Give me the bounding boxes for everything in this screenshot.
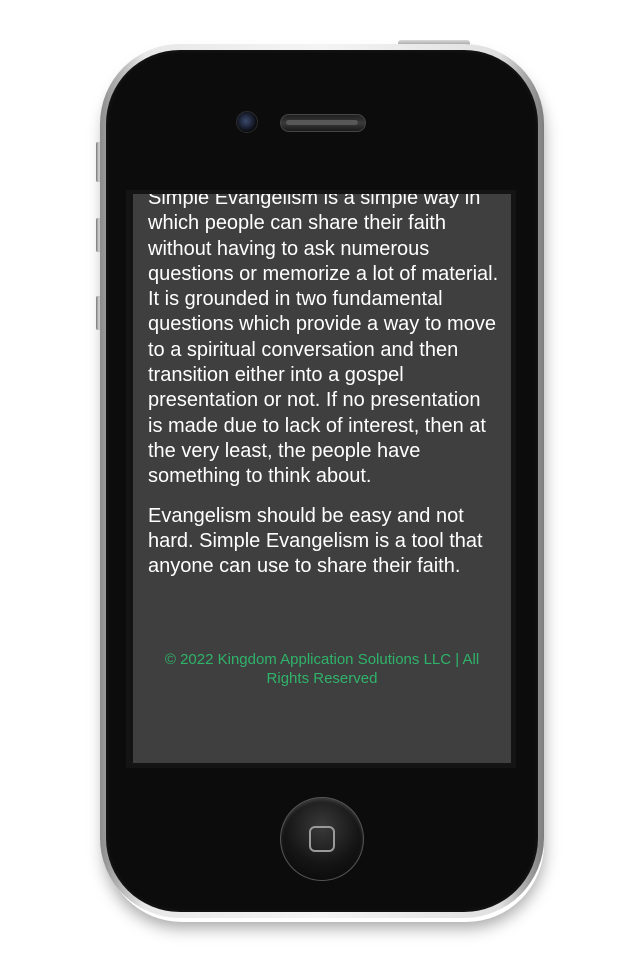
copyright-footer: © 2022 Kingdom Application Solutions LLC…	[164, 651, 480, 687]
speaker-grill	[286, 120, 358, 125]
front-camera-icon	[236, 111, 258, 133]
app-screen[interactable]: Simple Evangelism is a simple way in whi…	[133, 194, 511, 763]
home-square-icon	[309, 826, 335, 852]
about-content: Simple Evangelism is a simple way in whi…	[148, 194, 500, 593]
about-paragraph-1: Simple Evangelism is a simple way in whi…	[148, 194, 499, 488]
about-paragraph-2: Evangelism should be easy and not hard. …	[148, 504, 483, 578]
home-button[interactable]	[280, 797, 364, 881]
phone-mockup: Simple Evangelism is a simple way in whi…	[0, 0, 640, 960]
